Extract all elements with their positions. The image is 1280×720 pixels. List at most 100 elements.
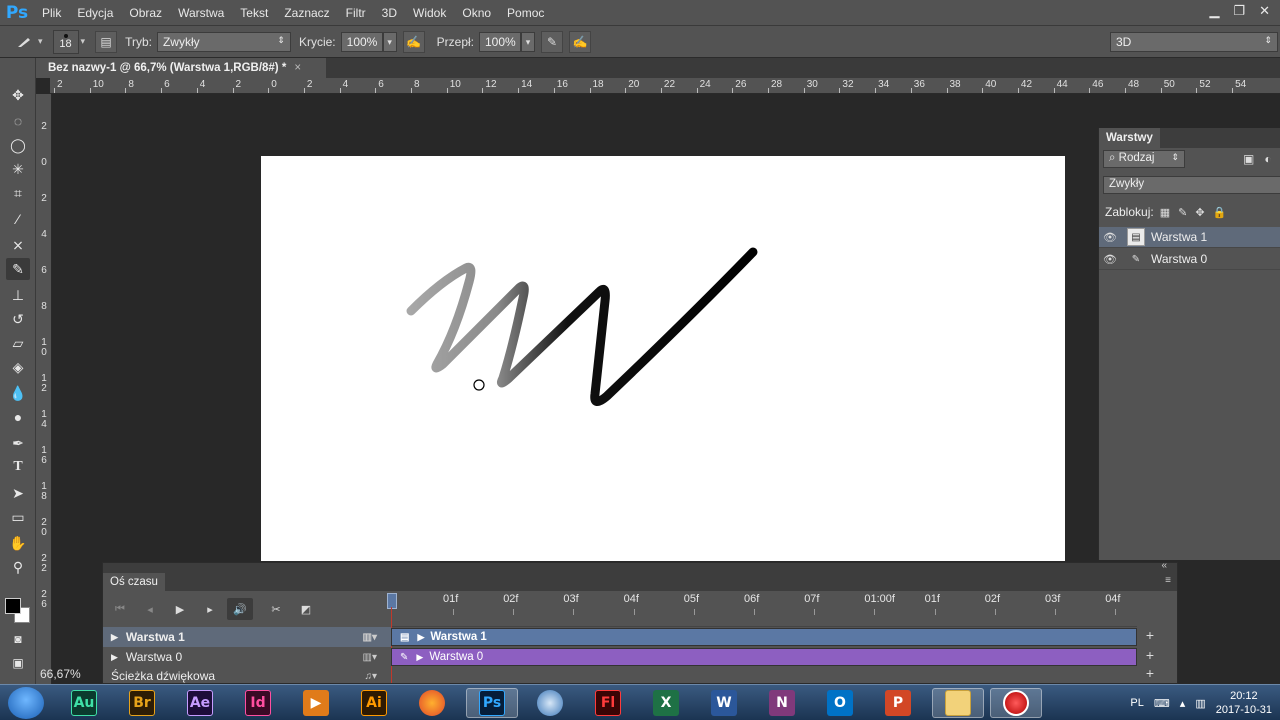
zoom-tool-icon[interactable]: ⚲ bbox=[6, 556, 30, 578]
expand-icon[interactable]: ▶ bbox=[111, 652, 118, 663]
track-bar-warstwa-0[interactable]: ✎ ▶ Warstwa 0 bbox=[391, 648, 1137, 666]
taskbar-excel[interactable]: X bbox=[646, 688, 686, 718]
first-frame-icon[interactable]: ⏮ bbox=[107, 598, 133, 620]
track-bar-warstwa-1[interactable]: ▤ ▶ Warstwa 1 bbox=[391, 628, 1137, 646]
transition-icon[interactable]: ◩ bbox=[293, 598, 319, 620]
mode-select[interactable]: Zwykły ⇕ bbox=[156, 31, 291, 52]
expand-icon[interactable]: ▶ bbox=[416, 652, 423, 663]
taskbar-after-effects[interactable]: Ae bbox=[180, 688, 220, 718]
collapse-icon[interactable]: « bbox=[1161, 560, 1167, 571]
airbrush-icon[interactable]: ✎ bbox=[541, 30, 563, 53]
quick-mask-icon[interactable]: ◙ bbox=[6, 628, 30, 650]
menu-plik[interactable]: Plik bbox=[34, 0, 69, 26]
menu-filtr[interactable]: Filtr bbox=[338, 0, 374, 26]
brush-panel-icon[interactable]: ▤ bbox=[95, 30, 118, 53]
menu-widok[interactable]: Widok bbox=[405, 0, 454, 26]
keyboard-icon[interactable]: ⌨ bbox=[1154, 697, 1170, 710]
move-tool-icon[interactable]: ✥ bbox=[6, 84, 30, 106]
dodge-tool-icon[interactable]: ● bbox=[6, 406, 30, 428]
taskbar-recorder[interactable] bbox=[990, 688, 1042, 718]
eyedropper-tool-icon[interactable]: ⁄ bbox=[6, 208, 30, 230]
bucket-tool-icon[interactable]: ◈ bbox=[6, 356, 30, 378]
adjustment-filter-icon[interactable]: ◐ bbox=[1264, 152, 1271, 166]
track-label-warstwa-1[interactable]: ▶ Warstwa 1 ▥▾ bbox=[103, 627, 391, 647]
panel-menu-icon[interactable]: ≡ bbox=[1165, 575, 1171, 586]
hand-tool-icon[interactable]: ✋ bbox=[6, 532, 30, 554]
taskbar-indesign[interactable]: Id bbox=[238, 688, 278, 718]
crop-tool-icon[interactable]: ⌗ bbox=[6, 182, 30, 204]
path-select-tool-icon[interactable]: ➤ bbox=[6, 482, 30, 504]
pressure-opacity-icon[interactable]: ✍ bbox=[402, 30, 425, 53]
scissors-icon[interactable]: ✂ bbox=[263, 598, 289, 620]
taskbar-audition[interactable]: Au bbox=[64, 688, 104, 718]
blend-mode-select[interactable]: Zwykły bbox=[1103, 176, 1280, 194]
type-tool-icon[interactable]: T bbox=[6, 456, 30, 478]
image-filter-icon[interactable]: ▣ bbox=[1243, 152, 1254, 166]
taskbar-word[interactable]: W bbox=[704, 688, 744, 718]
taskbar-firefox[interactable] bbox=[412, 688, 452, 718]
add-media-icon[interactable]: + bbox=[1143, 647, 1157, 663]
film-icon[interactable]: ▥▾ bbox=[363, 652, 377, 663]
track-label-warstwa-0[interactable]: ▶ Warstwa 0 ▥▾ bbox=[103, 647, 391, 667]
lock-pixels-icon[interactable]: ✎ bbox=[1178, 206, 1187, 219]
visibility-eye-icon[interactable]: 👁 bbox=[1099, 253, 1121, 266]
zoom-status[interactable]: 66,67% bbox=[40, 667, 81, 681]
taskbar-thunderbird[interactable] bbox=[530, 688, 570, 718]
layers-tab[interactable]: Warstwy bbox=[1099, 128, 1160, 148]
opacity-dropdown[interactable]: ▾ bbox=[382, 31, 397, 52]
lock-position-icon[interactable]: ✥ bbox=[1195, 206, 1204, 219]
close-icon[interactable]: ✕ bbox=[1259, 3, 1270, 19]
pen-tool-icon[interactable]: ✒ bbox=[6, 432, 30, 454]
menu-warstwa[interactable]: Warstwa bbox=[170, 0, 232, 26]
taskbar-illustrator[interactable]: Ai bbox=[354, 688, 394, 718]
foreground-color-swatch[interactable] bbox=[5, 598, 21, 614]
lasso-tool-icon[interactable]: ◯ bbox=[6, 134, 30, 156]
eraser-tool-icon[interactable]: ▱ bbox=[6, 332, 30, 354]
next-frame-icon[interactable]: ▸ bbox=[197, 598, 223, 620]
brush-preset-icon[interactable] bbox=[14, 31, 36, 53]
taskbar-media-player[interactable]: ▶ bbox=[296, 688, 336, 718]
visibility-eye-icon[interactable]: 👁 bbox=[1099, 231, 1121, 244]
menu-edycja[interactable]: Edycja bbox=[69, 0, 121, 26]
language-indicator[interactable]: PL bbox=[1130, 697, 1143, 709]
minimize-icon[interactable]: ▁ bbox=[1209, 3, 1219, 19]
restore-icon[interactable]: ❐ bbox=[1233, 3, 1245, 19]
flow-field[interactable]: 100% bbox=[479, 31, 521, 52]
taskbar-explorer[interactable] bbox=[932, 688, 984, 718]
prev-frame-icon[interactable]: ◂ bbox=[137, 598, 163, 620]
timeline-tab[interactable]: Oś czasu bbox=[103, 573, 165, 591]
expand-icon[interactable]: ▶ bbox=[111, 632, 118, 643]
start-button-icon[interactable] bbox=[8, 687, 44, 719]
add-audio-icon[interactable]: + bbox=[1143, 665, 1157, 681]
stamp-tool-icon[interactable]: ⊥ bbox=[6, 284, 30, 306]
tray-arrow-icon[interactable]: ▴ bbox=[1180, 697, 1186, 710]
expand-icon[interactable]: ▶ bbox=[417, 632, 424, 643]
audio-track-label[interactable]: Ścieżka dźwiękowa ♫▾ bbox=[103, 667, 391, 685]
music-note-icon[interactable]: ♫▾ bbox=[364, 671, 377, 682]
taskbar-bridge[interactable]: Br bbox=[122, 688, 162, 718]
brush-tool-icon[interactable]: ✎ bbox=[6, 258, 30, 280]
menu-tekst[interactable]: Tekst bbox=[232, 0, 276, 26]
rectangle-tool-icon[interactable]: ▭ bbox=[6, 506, 30, 528]
timeline-ruler[interactable]: 01f 02f 03f 04f 05f 06f 07f 01:00f 01f 02f 03f 04f bbox=[391, 591, 1137, 627]
workspace-select[interactable]: 3D ⇕ bbox=[1110, 32, 1278, 52]
clock[interactable]: 20:12 2017-10-31 bbox=[1216, 689, 1272, 717]
taskbar-outlook[interactable]: O bbox=[820, 688, 860, 718]
menu-okno[interactable]: Okno bbox=[454, 0, 499, 26]
layer-row-warstwa-1[interactable]: 👁 ▤ Warstwa 1 bbox=[1099, 227, 1280, 248]
taskbar-photoshop[interactable]: Ps bbox=[466, 688, 518, 718]
chevron-down-icon[interactable]: ▾ bbox=[81, 36, 86, 47]
document-tab[interactable]: Bez nazwy-1 @ 66,7% (Warstwa 1,RGB/8#) *… bbox=[36, 58, 326, 78]
layer-filter-select[interactable]: ⌕ Rodzaj ⇕ bbox=[1103, 150, 1185, 168]
menu-3d[interactable]: 3D bbox=[374, 0, 405, 26]
layer-row-warstwa-0[interactable]: 👁 ✎ Warstwa 0 bbox=[1099, 249, 1280, 270]
marquee-tool-icon[interactable]: ◌ bbox=[6, 110, 30, 132]
taskbar-powerpoint[interactable]: P bbox=[878, 688, 918, 718]
taskbar-onenote[interactable]: N bbox=[762, 688, 802, 718]
screen-mode-icon[interactable]: ▣ bbox=[6, 652, 30, 674]
history-brush-tool-icon[interactable]: ↺ bbox=[6, 308, 30, 330]
film-icon[interactable]: ▥▾ bbox=[363, 632, 377, 643]
magic-wand-tool-icon[interactable]: ✳ bbox=[6, 158, 30, 180]
play-icon[interactable]: ▶ bbox=[167, 598, 193, 620]
lock-transparency-icon[interactable]: ▦ bbox=[1160, 206, 1170, 219]
